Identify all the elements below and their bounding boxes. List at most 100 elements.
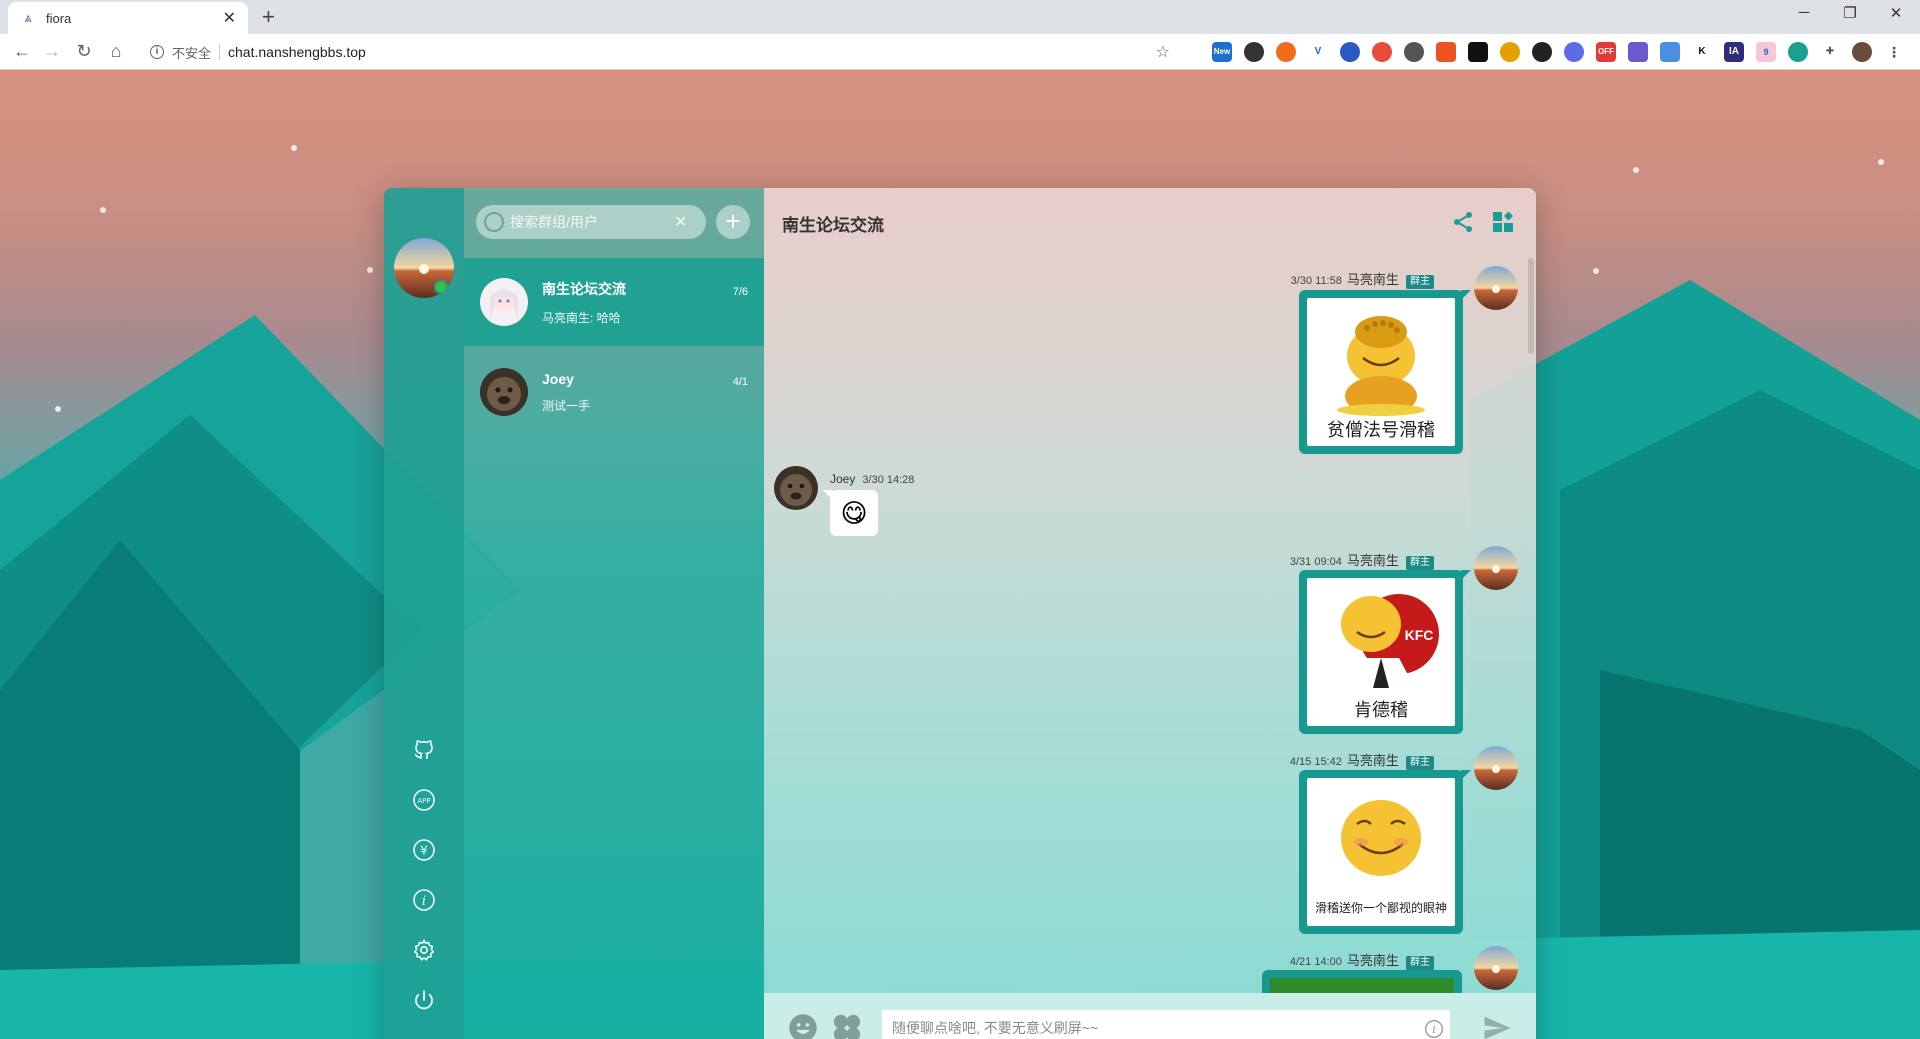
yen-icon[interactable]: ¥ [412, 838, 436, 862]
image-message[interactable]: 滑稽送你一个鄙视的眼神 [1299, 770, 1471, 934]
conversation-date: 7/6 [732, 286, 748, 298]
svg-text:APP: APP [417, 797, 430, 805]
home-icon[interactable]: ⌂ [104, 41, 128, 61]
conversation-item[interactable]: Joey 测试一手 4/1 [464, 348, 764, 436]
extension-icon[interactable] [1276, 42, 1296, 62]
sender-avatar[interactable] [774, 466, 818, 510]
new-tab-button[interactable]: + [262, 6, 275, 28]
kfc-logo-text: KFC [1405, 627, 1434, 643]
reload-icon[interactable]: ↻ [72, 41, 96, 61]
profile-avatar[interactable] [1852, 42, 1872, 62]
forward-icon[interactable]: → [40, 41, 64, 61]
extension-icon[interactable] [1244, 42, 1264, 62]
info-icon[interactable]: i [412, 888, 436, 912]
app-icon[interactable]: APP [412, 788, 436, 812]
omnibox-divider [219, 44, 221, 60]
sticker-image: 滑稽送你一个鄙视的眼神 [1307, 778, 1455, 926]
clear-search-icon[interactable]: ✕ [674, 212, 687, 232]
extension-icon[interactable] [1532, 42, 1552, 62]
tab-title: fiora [46, 10, 72, 26]
emoji-picker-icon[interactable] [788, 1013, 818, 1039]
message-input[interactable] [882, 1010, 1450, 1039]
conversation-name: 南生论坛交流 [542, 280, 626, 297]
sticker-caption: 贫僧法号滑稽 [1327, 420, 1435, 441]
group-avatar [480, 278, 528, 326]
extension-icon[interactable] [1660, 42, 1680, 62]
extension-icon[interactable] [1628, 42, 1648, 62]
input-tips-icon[interactable]: i [1424, 1019, 1444, 1039]
yum-emoji: 😋 [840, 497, 868, 528]
browser-tab[interactable]: ⩓ fiora ✕ [8, 2, 248, 34]
settings-icon[interactable] [412, 938, 436, 962]
svg-text:i: i [1432, 1023, 1435, 1036]
extension-icon[interactable] [1404, 42, 1424, 62]
share-icon[interactable] [1451, 210, 1475, 234]
extension-icon[interactable]: K [1692, 42, 1712, 62]
extension-icon[interactable] [1372, 42, 1392, 62]
site-info-icon[interactable]: i [150, 45, 164, 59]
extension-icon[interactable]: OFF [1596, 42, 1616, 62]
extension-icon[interactable] [1468, 42, 1488, 62]
message-time: 4/15 15:42 [1289, 756, 1342, 768]
sticker-caption: 肯德稽 [1354, 700, 1408, 721]
owner-badge: 群主 [1406, 956, 1434, 970]
message-nick: 马亮南生 [1346, 553, 1399, 568]
browser-tab-strip: ⩓ fiora ✕ + ─ ❐ ✕ [0, 0, 1920, 34]
image-message[interactable] [1262, 970, 1462, 993]
message-scrollbar[interactable] [1528, 258, 1534, 354]
message-meta: 3/30 11:58 马亮南生 群主 [1291, 269, 1434, 289]
browser-toolbar: ← → ↻ ⌂ i 不安全 chat.nanshengbbs.top ☆ New… [0, 34, 1920, 70]
sender-avatar[interactable] [1474, 546, 1518, 590]
search-box: ✕ [476, 205, 706, 239]
sender-avatar[interactable] [1474, 946, 1518, 990]
github-icon[interactable] [412, 738, 436, 762]
search-input[interactable] [510, 214, 670, 230]
conversation-preview: 马亮南生: 哈哈 [542, 310, 621, 325]
extension-icon[interactable] [1788, 42, 1808, 62]
message-time: 3/31 09:04 [1289, 556, 1342, 568]
extension-icon[interactable]: IA [1724, 42, 1744, 62]
extension-icon[interactable] [1564, 42, 1584, 62]
power-icon[interactable] [412, 988, 436, 1012]
extension-icon[interactable]: New [1212, 42, 1232, 62]
puzzle-extensions-icon[interactable]: ✚ [1820, 42, 1840, 62]
owner-badge: 群主 [1406, 275, 1434, 289]
owner-badge: 群主 [1406, 756, 1434, 770]
image-message[interactable]: KFC 肯德稽 [1299, 570, 1471, 734]
message-time: 3/30 11:58 [1290, 275, 1342, 287]
chat-title: 南生论坛交流 [782, 215, 884, 235]
extension-icon[interactable]: V [1308, 42, 1328, 62]
message-time: 3/30 14:28 [862, 474, 915, 486]
image-message[interactable]: 贫僧法号滑稽 [1299, 290, 1471, 454]
minimize-button[interactable]: ─ [1782, 4, 1826, 21]
send-icon[interactable] [1482, 1013, 1512, 1039]
svg-text:i: i [422, 894, 426, 909]
window-close-button[interactable]: ✕ [1874, 4, 1918, 22]
sender-avatar[interactable] [1474, 266, 1518, 310]
conversation-sidebar: ✕ + 南生论坛交流 马亮南生: 哈哈 7/6 Joey 测试 [464, 188, 764, 1039]
group-info-icon[interactable] [1491, 210, 1515, 234]
online-status-dot [434, 280, 448, 294]
restore-button[interactable]: ❐ [1828, 4, 1872, 22]
browser-menu-icon[interactable]: ⋮ [1884, 42, 1904, 62]
url-text[interactable]: chat.nanshengbbs.top [228, 44, 366, 60]
conversation-item[interactable]: 南生论坛交流 马亮南生: 哈哈 7/6 [464, 258, 764, 346]
emoji-message[interactable]: 😋 [823, 490, 878, 536]
message-meta: 4/21 14:00 马亮南生 群主 [1290, 950, 1434, 970]
add-group-button[interactable]: + [716, 205, 750, 239]
features-icon[interactable] [832, 1013, 862, 1039]
extension-icon[interactable] [1340, 42, 1360, 62]
fiora-favicon-icon: ⩓ [24, 10, 32, 25]
extension-icon[interactable]: 9 [1756, 42, 1776, 62]
fiora-chat-app: APP ¥ i ✕ + 南生论坛交流 马亮南生: 哈哈 7 [384, 188, 1536, 1039]
page-background: APP ¥ i ✕ + 南生论坛交流 马亮南生: 哈哈 7 [0, 70, 1920, 1039]
sender-avatar[interactable] [1474, 746, 1518, 790]
address-bar[interactable]: i 不安全 chat.nanshengbbs.top ☆ [140, 39, 1180, 65]
extension-icon[interactable] [1500, 42, 1520, 62]
tab-close-icon[interactable]: ✕ [223, 8, 236, 28]
svg-text:¥: ¥ [420, 844, 428, 858]
conversation-preview: 测试一手 [542, 398, 591, 413]
bookmark-star-icon[interactable]: ☆ [1156, 42, 1170, 62]
back-icon[interactable]: ← [10, 41, 34, 61]
extension-icon[interactable] [1436, 42, 1456, 62]
